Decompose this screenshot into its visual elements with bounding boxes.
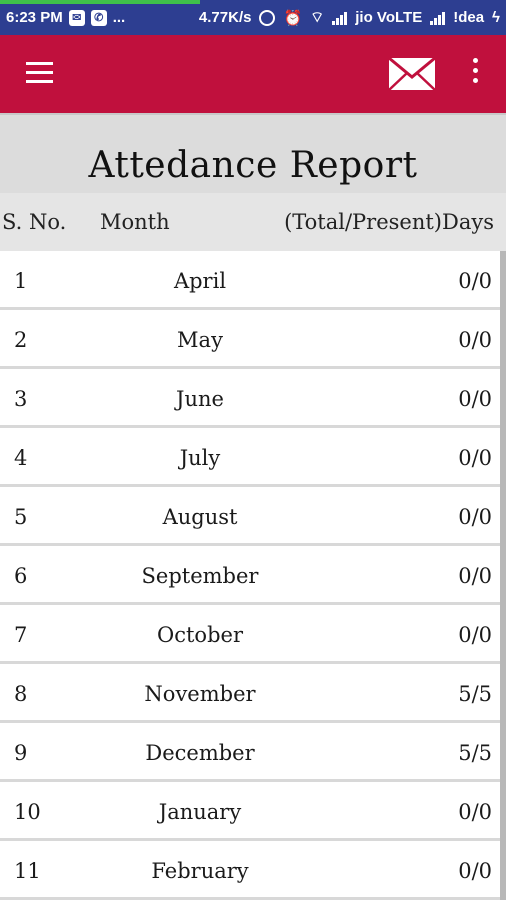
app-bar	[0, 35, 506, 113]
row-month: September	[141, 564, 259, 588]
signal-icon	[332, 11, 348, 25]
row-sno: 6	[14, 564, 28, 588]
table-row[interactable]: 10 January 0/0	[0, 782, 500, 841]
row-days: 0/0	[458, 564, 492, 588]
scrollbar[interactable]	[500, 251, 506, 900]
status-time: 6:23 PM	[6, 9, 63, 26]
table-row[interactable]: 5 August 0/0	[0, 487, 500, 546]
row-sno: 10	[14, 800, 41, 824]
row-days: 0/0	[458, 269, 492, 293]
page-title: Attedance Report	[88, 145, 418, 186]
table-row[interactable]: 9 December 5/5	[0, 723, 500, 782]
mail-icon[interactable]	[388, 56, 436, 95]
row-days: 0/0	[458, 328, 492, 352]
row-month: August	[162, 505, 238, 529]
row-month: April	[173, 269, 227, 293]
signal-icon-2	[430, 11, 446, 25]
table-row[interactable]: 3 June 0/0	[0, 369, 500, 428]
row-month: June	[176, 387, 224, 411]
row-days: 5/5	[458, 682, 492, 706]
table-header: S. No. Month (Total/Present)Days	[0, 193, 506, 251]
title-area: Attedance Report	[0, 113, 506, 193]
row-month: January	[158, 800, 242, 824]
row-days: 0/0	[458, 387, 492, 411]
row-sno: 5	[14, 505, 28, 529]
notification-icon: ✉	[68, 9, 85, 26]
table-row[interactable]: 8 November 5/5	[0, 664, 500, 723]
table-row[interactable]: 6 September 0/0	[0, 546, 500, 605]
row-sno: 2	[14, 328, 28, 352]
row-sno: 11	[14, 859, 41, 883]
row-sno: 3	[14, 387, 28, 411]
row-days: 0/0	[458, 446, 492, 470]
header-sno: S. No.	[2, 210, 67, 234]
table-row[interactable]: 7 October 0/0	[0, 605, 500, 664]
data-saver-icon	[259, 9, 276, 26]
carrier-2: !dea	[453, 9, 485, 26]
row-days: 0/0	[458, 505, 492, 529]
alarm-icon: ⏰	[283, 9, 303, 27]
carrier-1: jio VoLTE	[355, 9, 423, 26]
table-row[interactable]: 11 February 0/0	[0, 841, 500, 900]
row-days: 0/0	[458, 859, 492, 883]
header-days: (Total/Present)Days	[284, 210, 494, 234]
table-row[interactable]: 1 April 0/0	[0, 251, 500, 310]
row-month: December	[145, 741, 255, 765]
row-month: May	[177, 328, 223, 352]
wifi-icon: ⌔	[310, 9, 325, 26]
progress-line	[0, 0, 200, 4]
row-sno: 8	[14, 682, 28, 706]
row-month: October	[157, 623, 243, 647]
row-sno: 9	[14, 741, 28, 765]
table-row[interactable]: 4 July 0/0	[0, 428, 500, 487]
network-speed: 4.77K/s	[198, 9, 252, 26]
row-days: 5/5	[458, 741, 492, 765]
row-sno: 7	[14, 623, 28, 647]
attendance-list[interactable]: 1 April 0/0 2 May 0/0 3 June 0/0 4 July …	[0, 251, 500, 900]
row-sno: 4	[14, 446, 28, 470]
row-month: July	[179, 446, 221, 470]
status-bar: 6:23 PM ✉ ✆ ... 4.77K/s ⏰ ⌔ jio VoLTE !d…	[0, 0, 506, 35]
row-month: February	[151, 859, 249, 883]
table-row[interactable]: 2 May 0/0	[0, 310, 500, 369]
status-dots: ...	[112, 9, 126, 26]
charging-icon: ϟ	[492, 9, 500, 26]
row-days: 0/0	[458, 800, 492, 824]
row-month: November	[144, 682, 256, 706]
more-options-icon[interactable]	[468, 58, 482, 88]
row-days: 0/0	[458, 623, 492, 647]
header-month: Month	[100, 210, 170, 234]
whatsapp-icon: ✆	[90, 9, 107, 26]
row-sno: 1	[14, 269, 28, 293]
menu-icon[interactable]	[26, 62, 53, 84]
